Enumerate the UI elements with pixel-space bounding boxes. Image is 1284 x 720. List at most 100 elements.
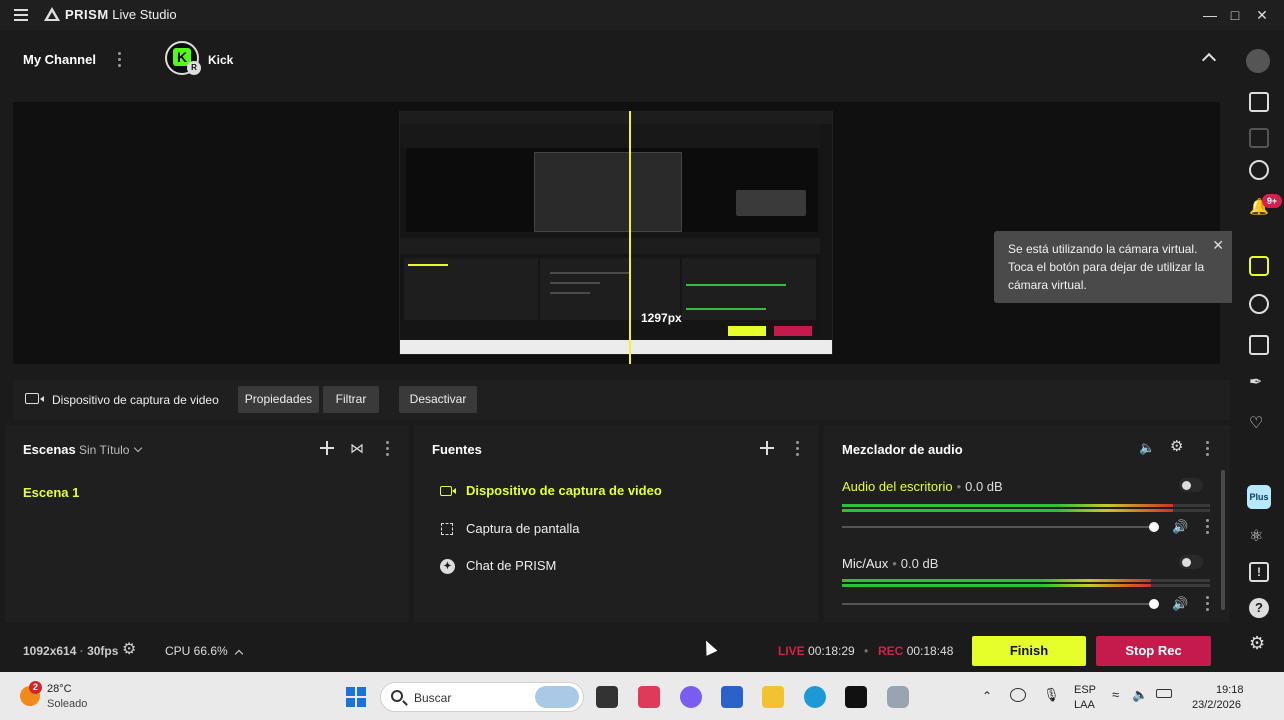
heart-icon[interactable]: ♡ bbox=[1249, 414, 1269, 434]
speaker-icon[interactable]: 🔊 bbox=[1172, 597, 1188, 611]
audio-channel-level: 0.0 dB bbox=[900, 556, 939, 571]
windows-start-icon[interactable] bbox=[346, 687, 366, 707]
plus-badge[interactable]: Plus bbox=[1247, 485, 1271, 509]
game-icon[interactable]: ⚛ bbox=[1249, 527, 1269, 547]
volume-slider-knob[interactable] bbox=[1149, 522, 1159, 532]
volume-icon[interactable]: 🔈 bbox=[1132, 687, 1148, 703]
camera-icon bbox=[25, 393, 44, 404]
menu-icon[interactable] bbox=[14, 9, 28, 21]
store-icon[interactable] bbox=[721, 686, 743, 708]
fps-value: 30fps bbox=[87, 644, 119, 658]
notification-close-icon[interactable]: ✕ bbox=[1212, 237, 1224, 254]
filter-button[interactable]: Filtrar bbox=[323, 386, 379, 413]
gear-icon[interactable]: ⚙ bbox=[1170, 439, 1186, 455]
audio-level-meter bbox=[842, 579, 1210, 582]
volume-slider-knob[interactable] bbox=[1149, 599, 1159, 609]
chat-icon: ✦ bbox=[440, 558, 456, 574]
maximize-icon[interactable]: □ bbox=[1225, 5, 1245, 25]
app-name-suffix: Live Studio bbox=[112, 7, 177, 22]
copilot-icon[interactable] bbox=[680, 686, 702, 708]
mixer-more-icon[interactable] bbox=[1206, 441, 1210, 457]
right-sidebar: 🔔 9+ ✒ ♡ Plus ⚛ ! ? ⚙ bbox=[1232, 30, 1284, 672]
chevron-up-icon bbox=[234, 649, 243, 659]
channel-role-badge: R bbox=[187, 61, 201, 75]
audio-channel-toggle[interactable] bbox=[1179, 555, 1203, 569]
scene-collection-dropdown[interactable]: Sin Título bbox=[79, 443, 143, 457]
taskbar-search[interactable]: Buscar bbox=[380, 682, 584, 712]
my-channel-label[interactable]: My Channel bbox=[23, 52, 96, 67]
settings-icon[interactable]: ⚙ bbox=[1249, 633, 1269, 653]
cpu-usage[interactable]: CPU 66.6% bbox=[165, 644, 243, 659]
microphone-icon[interactable]: 🎙 bbox=[1043, 687, 1060, 703]
sources-more-icon[interactable] bbox=[796, 441, 800, 457]
add-source-icon[interactable] bbox=[760, 441, 774, 455]
source-label: Dispositivo de captura de video bbox=[466, 483, 662, 498]
camera-icon bbox=[440, 484, 456, 498]
virtual-camera-icon[interactable] bbox=[1249, 256, 1269, 276]
channel-more-icon[interactable] bbox=[1206, 596, 1210, 612]
layout-icon[interactable] bbox=[1249, 92, 1269, 112]
volume-slider[interactable] bbox=[842, 526, 1156, 528]
volume-slider[interactable] bbox=[842, 603, 1156, 605]
audio-channel-toggle[interactable] bbox=[1179, 478, 1203, 492]
sources-title: Fuentes bbox=[432, 442, 482, 457]
properties-button[interactable]: Propiedades bbox=[238, 386, 319, 413]
battery-icon[interactable] bbox=[1156, 689, 1172, 698]
kick-channel-avatar[interactable]: K R bbox=[165, 41, 201, 75]
channel-bar: My Channel K R Kick bbox=[0, 30, 1232, 88]
edge-browser-icon[interactable] bbox=[804, 686, 826, 708]
wifi-icon[interactable]: ≈ bbox=[1112, 687, 1119, 702]
finish-button[interactable]: Finish bbox=[972, 636, 1086, 666]
app-name: PRISM bbox=[65, 7, 109, 22]
scene-item[interactable]: Escena 1 bbox=[23, 485, 79, 500]
minimize-icon[interactable]: — bbox=[1200, 5, 1220, 25]
alert-icon[interactable]: ! bbox=[1249, 562, 1269, 582]
cloud-icon[interactable] bbox=[1010, 688, 1026, 702]
source-item[interactable]: Dispositivo de captura de video bbox=[440, 483, 662, 498]
camera-app-icon[interactable] bbox=[887, 686, 909, 708]
audio-level-fill bbox=[842, 504, 1174, 507]
profile-avatar-icon[interactable] bbox=[1246, 49, 1270, 73]
status-bar: 1092x614 · 30fps ⚙ CPU 66.6% LIVE 00:18:… bbox=[0, 630, 1232, 672]
clock-date[interactable]: 23/2/2026 bbox=[1192, 699, 1241, 711]
speaker-icon[interactable]: 🔈 bbox=[1139, 441, 1155, 455]
settings-gear-icon[interactable]: ⚙ bbox=[122, 641, 136, 659]
source-item[interactable]: Captura de pantalla bbox=[440, 521, 579, 536]
prism-app-icon[interactable] bbox=[845, 686, 867, 708]
clock-time[interactable]: 19:18 bbox=[1216, 684, 1244, 696]
overlay-icon[interactable] bbox=[1249, 335, 1269, 355]
mixer-scrollbar[interactable] bbox=[1221, 470, 1225, 610]
scenes-more-icon[interactable] bbox=[386, 441, 390, 457]
close-icon[interactable]: ✕ bbox=[1252, 5, 1272, 25]
scenes-title: Escenas bbox=[23, 442, 76, 457]
language-top[interactable]: ESP bbox=[1074, 684, 1096, 696]
collapse-chevron-icon[interactable] bbox=[1201, 52, 1217, 68]
source-toolbar: Dispositivo de captura de video Propieda… bbox=[13, 380, 1230, 420]
draw-icon[interactable]: ✒ bbox=[1249, 373, 1269, 393]
camera-effects-icon[interactable] bbox=[1249, 294, 1269, 314]
scene-transition-icon[interactable]: ⋈ bbox=[350, 440, 366, 456]
speaker-icon[interactable]: 🔊 bbox=[1172, 520, 1188, 534]
task-view-icon[interactable] bbox=[596, 686, 618, 708]
text-app-icon[interactable] bbox=[638, 686, 660, 708]
help-icon[interactable]: ? bbox=[1249, 598, 1269, 618]
chat-icon[interactable] bbox=[1249, 160, 1269, 180]
file-explorer-icon[interactable] bbox=[762, 686, 784, 708]
multiview-icon[interactable] bbox=[1249, 128, 1269, 148]
search-highlight-image bbox=[535, 686, 579, 708]
separator-dot: • bbox=[864, 644, 869, 658]
title-bar: PRISM Live Studio — □ ✕ bbox=[0, 0, 1284, 30]
language-bottom[interactable]: LAA bbox=[1074, 699, 1095, 711]
chevron-down-icon bbox=[134, 443, 143, 453]
search-icon bbox=[391, 690, 403, 702]
add-scene-icon[interactable] bbox=[320, 441, 334, 455]
deactivate-button[interactable]: Desactivar bbox=[399, 386, 477, 413]
source-item[interactable]: ✦ Chat de PRISM bbox=[440, 558, 556, 574]
channel-more-icon[interactable] bbox=[1206, 519, 1210, 535]
tray-chevron-icon[interactable]: ⌃ bbox=[982, 689, 992, 703]
channel-more-icon[interactable] bbox=[118, 52, 122, 68]
live-timer: LIVE 00:18:29 bbox=[778, 644, 855, 658]
stop-rec-button[interactable]: Stop Rec bbox=[1096, 636, 1211, 666]
alignment-guide-line bbox=[629, 111, 631, 364]
audio-channel-name: Audio del escritorio bbox=[842, 479, 953, 494]
